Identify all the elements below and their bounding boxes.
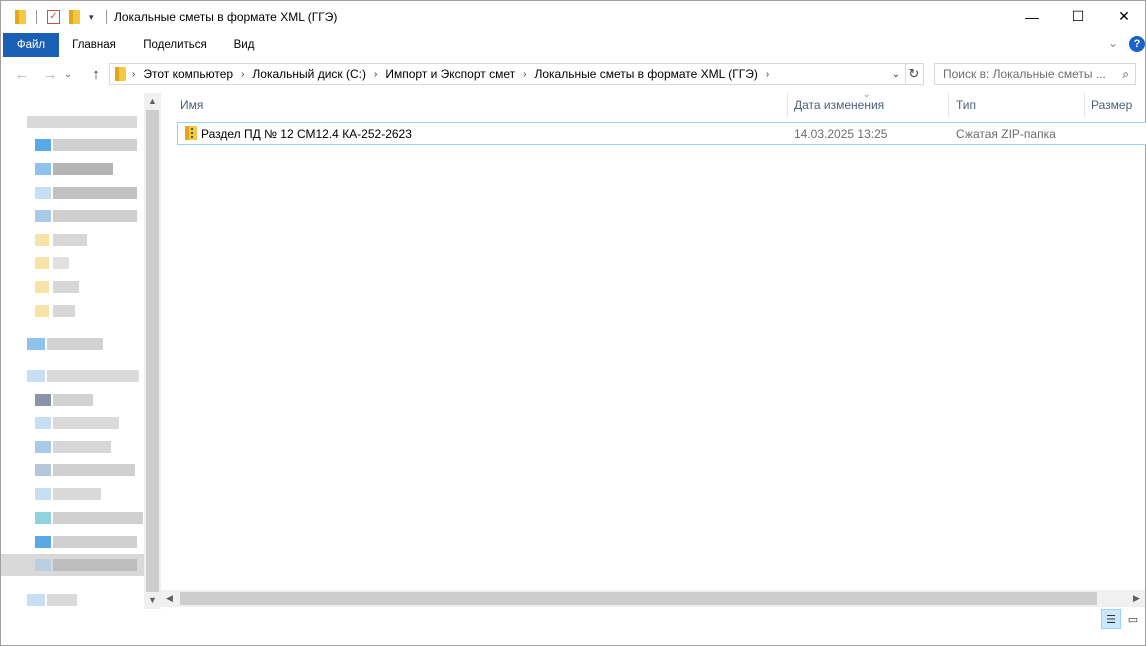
scrollbar-thumb[interactable]	[146, 110, 159, 592]
nav-item[interactable]	[1, 111, 144, 133]
breadcrumb-separator[interactable]: ›	[760, 69, 775, 80]
nav-item[interactable]	[1, 483, 144, 505]
title-bar: ✓ ▾ Локальные сметы в формате XML (ГГЭ) …	[1, 1, 1145, 32]
file-name: Раздел ПД № 12 СМ12.4 КА-252-2623	[201, 127, 412, 141]
tab-view[interactable]: Вид	[225, 33, 263, 57]
tab-home[interactable]: Главная	[63, 33, 125, 57]
minimize-button[interactable]: —	[1009, 1, 1055, 32]
explorer-window: ✓ ▾ Локальные сметы в формате XML (ГГЭ) …	[0, 0, 1146, 646]
recent-locations-button[interactable]: ⌄	[61, 63, 75, 85]
ribbon-tabs: Файл Главная Поделиться Вид ⌄	[1, 33, 1145, 57]
customize-quick-access-button[interactable]: ▾	[89, 8, 94, 26]
expand-ribbon-icon[interactable]: ⌄	[1108, 36, 1118, 50]
new-folder-icon[interactable]	[69, 8, 80, 26]
maximize-button[interactable]: ☐	[1055, 1, 1101, 32]
address-history-dropdown[interactable]: ⌄	[887, 63, 905, 85]
help-icon[interactable]: ?	[1129, 36, 1145, 52]
navigation-pane	[1, 93, 144, 609]
breadcrumb-local-disk[interactable]: Локальный диск (C:)	[250, 67, 368, 81]
scrollbar-thumb[interactable]	[180, 592, 1097, 605]
breadcrumb-import-export[interactable]: Импорт и Экспорт смет	[383, 67, 517, 81]
nav-item[interactable]	[1, 205, 144, 227]
address-bar[interactable]: › Этот компьютер › Локальный диск (C:) ›…	[109, 63, 906, 85]
column-header-type[interactable]: Тип	[947, 93, 1084, 117]
nav-item[interactable]	[1, 252, 144, 274]
file-row[interactable]: Раздел ПД № 12 СМ12.4 КА-252-2623 14.03.…	[177, 122, 1146, 145]
nav-item[interactable]	[1, 412, 144, 434]
nav-item[interactable]	[1, 507, 144, 529]
column-header-date-modified[interactable]: Дата изменения	[785, 93, 948, 117]
breadcrumb-this-pc[interactable]: Этот компьютер	[141, 67, 235, 81]
large-icons-view-button[interactable]: ▭	[1123, 609, 1143, 629]
up-button[interactable]: ↑	[85, 63, 107, 85]
refresh-button[interactable]: ↻	[905, 63, 924, 85]
breadcrumb-separator[interactable]: ›	[126, 69, 141, 80]
breadcrumb-separator[interactable]: ›	[235, 69, 250, 80]
scroll-down-arrow[interactable]: ▼	[144, 592, 161, 609]
scroll-left-arrow[interactable]: ◀	[161, 590, 178, 607]
details-view-button[interactable]: ☰	[1101, 609, 1121, 629]
tab-file[interactable]: Файл	[3, 33, 59, 57]
file-date-modified: 14.03.2025 13:25	[794, 127, 888, 141]
column-header-name[interactable]: Имя	[171, 93, 787, 117]
column-header-size[interactable]: Размер	[1082, 93, 1146, 117]
breadcrumb-current-folder[interactable]: Локальные сметы в формате XML (ГГЭ)	[532, 67, 759, 81]
nav-item[interactable]	[1, 229, 144, 251]
folder-icon	[110, 67, 126, 82]
window-title: Локальные сметы в формате XML (ГГЭ)	[114, 10, 338, 24]
file-list: ⌄ Имя Дата изменения Тип Размер Раздел П…	[171, 89, 1146, 591]
toolbar-separator	[36, 8, 37, 26]
folder-icon	[15, 8, 26, 26]
search-box[interactable]: ⌕	[934, 63, 1136, 85]
nav-item[interactable]	[1, 459, 144, 481]
nav-item[interactable]	[1, 589, 144, 609]
nav-item[interactable]	[1, 531, 144, 553]
search-input[interactable]	[935, 64, 1115, 84]
search-icon: ⌕	[1122, 67, 1129, 81]
breadcrumb-separator[interactable]: ›	[368, 69, 383, 80]
nav-item[interactable]	[1, 436, 144, 458]
scroll-up-arrow[interactable]: ▲	[144, 93, 161, 110]
tab-share[interactable]: Поделиться	[135, 33, 215, 57]
forward-button[interactable]: →	[39, 63, 61, 85]
nav-item[interactable]	[1, 300, 144, 322]
nav-item[interactable]	[1, 333, 144, 355]
file-type: Сжатая ZIP-папка	[956, 127, 1056, 141]
navigation-pane-scrollbar[interactable]: ▲ ▼	[144, 93, 161, 609]
title-separator	[106, 8, 107, 26]
nav-item[interactable]	[1, 276, 144, 298]
zip-folder-icon	[185, 126, 197, 140]
back-button[interactable]: ←	[11, 63, 33, 85]
nav-item[interactable]	[1, 182, 144, 204]
breadcrumb-separator[interactable]: ›	[517, 69, 532, 80]
scroll-right-arrow[interactable]: ▶	[1128, 590, 1145, 607]
file-list-horizontal-scrollbar[interactable]: ◀ ▶	[161, 590, 1145, 607]
nav-item[interactable]	[1, 389, 144, 411]
close-button[interactable]: ✕	[1101, 1, 1146, 32]
nav-item-selected[interactable]	[1, 554, 144, 576]
nav-item[interactable]	[1, 134, 144, 156]
properties-icon[interactable]: ✓	[47, 8, 60, 26]
nav-item[interactable]	[1, 365, 144, 387]
nav-item[interactable]	[1, 158, 144, 180]
